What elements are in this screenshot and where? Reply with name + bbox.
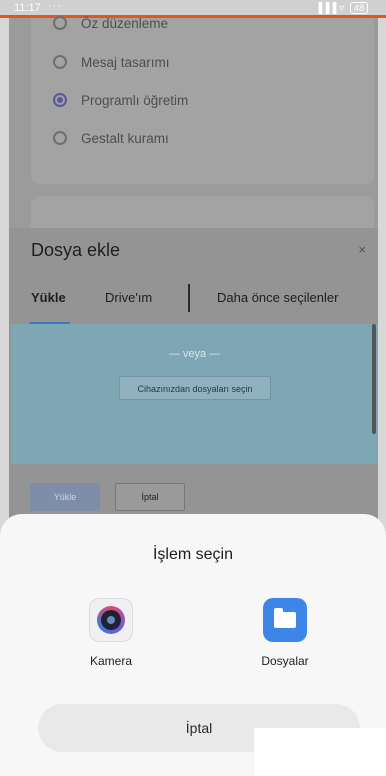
quiz-option-selected[interactable]: Programlı öğretim <box>53 89 188 111</box>
or-divider-text: — veya — <box>168 348 221 360</box>
radio-icon[interactable] <box>53 55 67 69</box>
folder-icon[interactable] <box>263 598 307 642</box>
tab-divider <box>188 284 190 312</box>
dialog-tabs: Yükle Drive'ım Daha önce seçilenler <box>9 282 378 324</box>
battery-icon: 48 <box>349 2 368 14</box>
camera-app-option[interactable]: Kamera <box>66 598 156 668</box>
add-file-dialog: Dosya ekle × Yükle Drive'ım Daha önce se… <box>9 228 378 528</box>
dialog-cancel-button[interactable]: İptal <box>115 483 185 511</box>
quiz-option-label: Gestalt kuramı <box>81 130 169 146</box>
quiz-page-background: Öz düzenleme Mesaj tasarımı Programlı öğ… <box>9 16 378 236</box>
camera-icon[interactable] <box>89 598 133 642</box>
signal-wifi-icon: ▐▐▐ ▿ <box>315 3 345 14</box>
quiz-option[interactable]: Öz düzenleme <box>53 12 168 34</box>
files-app-label: Dosyalar <box>261 654 309 668</box>
status-dots: ··· <box>48 0 62 12</box>
quiz-question-card: Öz düzenleme Mesaj tasarımı Programlı öğ… <box>31 16 374 184</box>
corner-overlay <box>254 728 386 776</box>
radio-icon[interactable] <box>53 131 67 145</box>
file-drop-area[interactable]: — veya — Cihazınızdan dosyaları seçin <box>11 324 378 464</box>
quiz-option-label: Öz düzenleme <box>81 15 169 31</box>
camera-app-label: Kamera <box>89 654 133 668</box>
sheet-title: İşlem seçin <box>152 546 234 563</box>
quiz-option[interactable]: Gestalt kuramı <box>53 127 169 149</box>
quiz-option[interactable]: Mesaj tasarımı <box>53 51 170 73</box>
radio-icon[interactable] <box>53 16 67 30</box>
tab-upload[interactable]: Yükle <box>31 290 66 305</box>
radio-selected-icon[interactable] <box>53 93 67 107</box>
dialog-scrollbar[interactable] <box>372 324 376 434</box>
dialog-title: Dosya ekle <box>31 240 121 260</box>
select-files-button[interactable]: Cihazınızdan dosyaları seçin <box>119 376 271 400</box>
status-icons: ▐▐▐ ▿ 48 <box>315 2 368 14</box>
tab-my-drive[interactable]: Drive'ım <box>105 290 152 305</box>
files-app-option[interactable]: Dosyalar <box>240 598 330 668</box>
upload-button[interactable]: Yükle <box>30 483 100 511</box>
close-icon[interactable]: × <box>358 242 366 257</box>
quiz-option-label: Mesaj tasarımı <box>81 54 170 70</box>
quiz-option-label: Programlı öğretim <box>81 92 189 108</box>
status-time: 11:17 <box>14 2 41 14</box>
tab-recent[interactable]: Daha önce seçilenler <box>217 290 338 305</box>
